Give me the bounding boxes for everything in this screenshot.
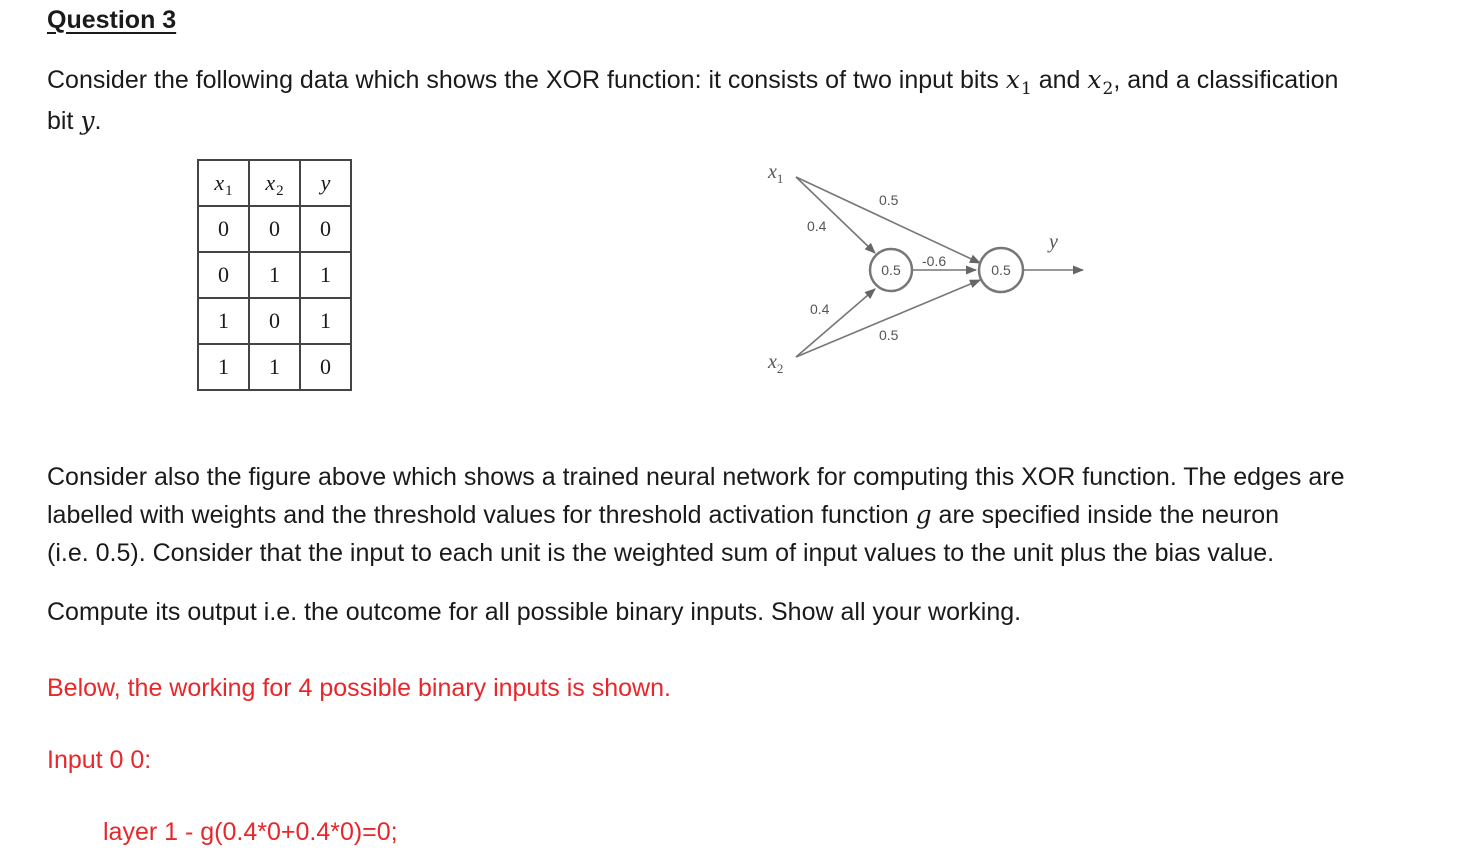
table-cell: 1 — [197, 343, 250, 391]
hidden-threshold: 0.5 — [881, 262, 901, 278]
intro-text-1: Consider the following data which shows … — [47, 66, 1006, 94]
table-cell: 1 — [299, 251, 352, 299]
intro-text-5: . — [94, 107, 102, 135]
intro-paragraph: Consider the following data which shows … — [47, 61, 1338, 140]
output-y-label: y — [1047, 231, 1058, 253]
table-cell: 0 — [248, 205, 301, 253]
var-y: y — [80, 106, 95, 135]
figure-description-paragraph: Consider also the figure above which sho… — [47, 458, 1344, 572]
edge-x1-to-hidden — [795, 176, 876, 254]
table-cell: 0 — [197, 205, 250, 253]
header-x2: x2 — [248, 159, 301, 207]
input-label: Input 0 0: — [47, 746, 152, 774]
layer1-working: layer 1 - g(0.4*0+0.4*0)=0; — [103, 818, 398, 846]
input-x2-label: x2 — [767, 351, 783, 376]
weight-x2-output: 0.5 — [879, 327, 899, 343]
figure-desc-line1: Consider also the figure above which sho… — [47, 463, 1345, 491]
edge-x2-to-hidden — [795, 288, 876, 358]
table-cell: 1 — [248, 251, 301, 299]
intro-text-2: and — [1031, 66, 1088, 94]
compute-instruction: Compute its output i.e. the outcome for … — [47, 598, 1022, 626]
table-cell: 0 — [248, 297, 301, 345]
table-header-row: x1 x2 y — [197, 159, 352, 207]
weight-x1-output: 0.5 — [879, 192, 899, 208]
var-x1: x1 — [1005, 65, 1032, 99]
table-row: 1 1 0 — [197, 343, 352, 391]
table-cell: 1 — [248, 343, 301, 391]
var-g: g — [915, 500, 932, 529]
weight-hidden-output: -0.6 — [922, 253, 946, 269]
header-y: y — [299, 159, 352, 207]
weight-x2-hidden: 0.4 — [810, 301, 830, 317]
figure-desc-line3: (i.e. 0.5). Consider that the input to e… — [47, 539, 1275, 567]
xor-truth-table: x1 x2 y 0 0 0 0 1 1 1 0 1 1 1 0 — [197, 159, 352, 391]
question-title: Question 3 — [47, 6, 177, 34]
table-cell: 0 — [299, 343, 352, 391]
table-cell: 1 — [197, 297, 250, 345]
table-row: 1 0 1 — [197, 297, 352, 345]
weight-x1-hidden: 0.4 — [807, 218, 827, 234]
table-row: 0 0 0 — [197, 205, 352, 253]
table-cell: 0 — [197, 251, 250, 299]
neural-network-diagram: 0.5 0.5 x1 x2 y 0.4 0.4 0.5 0.5 -0.6 — [767, 161, 1085, 376]
var-x2: x2 — [1087, 65, 1114, 99]
answer-intro: Below, the working for 4 possible binary… — [47, 674, 671, 702]
table-row: 0 1 1 — [197, 251, 352, 299]
header-x1: x1 — [197, 159, 250, 207]
output-threshold: 0.5 — [991, 262, 1011, 278]
intro-text-4: bit — [47, 107, 81, 135]
table-cell: 1 — [299, 297, 352, 345]
figure-desc-line2b: are specified inside the neuron — [931, 501, 1280, 529]
figure-desc-line2a: labelled with weights and the threshold … — [47, 501, 916, 529]
intro-text-3: , and a classification — [1113, 66, 1339, 94]
table-cell: 0 — [299, 205, 352, 253]
input-x1-label: x1 — [767, 161, 783, 186]
